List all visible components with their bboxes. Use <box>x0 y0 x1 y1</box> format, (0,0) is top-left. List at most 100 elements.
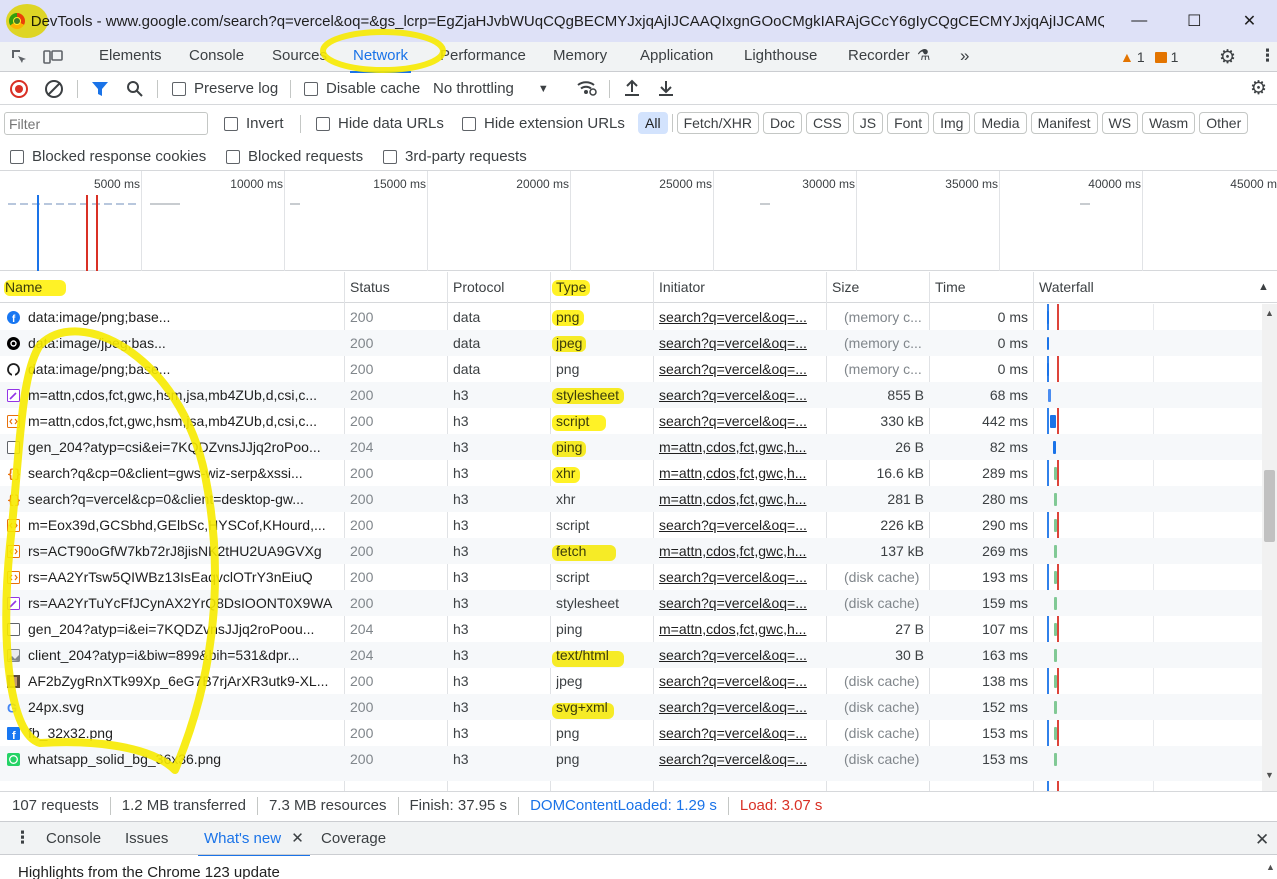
request-initiator-link[interactable]: search?q=vercel&oq=... <box>659 564 822 590</box>
request-initiator-link[interactable]: search?q=vercel&oq=... <box>659 330 822 356</box>
filter-chip-doc[interactable]: Doc <box>763 112 802 134</box>
tab-console[interactable]: Console <box>189 42 244 72</box>
invert-label: Invert <box>246 115 284 132</box>
request-initiator-link[interactable]: search?q=vercel&oq=... <box>659 746 822 772</box>
inspect-element-icon[interactable] <box>10 48 28 66</box>
blocked-cookies-toggle[interactable]: Blocked response cookies <box>10 148 206 165</box>
column-header-initiator[interactable]: Initiator <box>654 272 705 303</box>
timeline-tick-label: 40000 ms <box>1088 177 1141 191</box>
third-party-checkbox[interactable] <box>383 149 397 164</box>
filter-chip-other[interactable]: Other <box>1199 112 1249 134</box>
hide-data-urls-toggle[interactable]: Hide data URLs <box>316 115 444 132</box>
request-initiator-link[interactable]: m=attn,cdos,fct,gwc,h... <box>659 616 822 642</box>
request-initiator-link[interactable]: search?q=vercel&oq=... <box>659 642 822 668</box>
scroll-down-arrow-icon[interactable]: ▼ <box>1265 770 1274 780</box>
table-scrollbar[interactable]: ▲ ▼ <box>1262 304 1277 791</box>
sort-ascending-icon[interactable]: ▲ <box>1258 281 1269 293</box>
search-icon[interactable] <box>126 80 144 101</box>
filter-chip-js[interactable]: JS <box>852 112 884 134</box>
settings-gear-icon[interactable]: ⚙ <box>1219 46 1236 69</box>
close-window-button[interactable]: ✕ <box>1222 0 1277 42</box>
import-har-upload-icon[interactable] <box>623 79 641 100</box>
filter-chip-img[interactable]: Img <box>933 112 971 134</box>
record-stop-icon[interactable] <box>10 80 28 98</box>
third-party-toggle[interactable]: 3rd-party requests <box>383 148 527 165</box>
waterfall-bar <box>1054 623 1057 636</box>
export-har-download-icon[interactable] <box>657 79 675 100</box>
tab-performance[interactable]: Performance <box>440 42 526 72</box>
warnings-counter[interactable]: ▲ 1 1 <box>1120 48 1178 66</box>
blocked-cookies-checkbox[interactable] <box>10 149 24 164</box>
hide-extension-urls-checkbox[interactable] <box>462 116 476 131</box>
preserve-log-checkbox[interactable] <box>172 81 186 96</box>
filter-chip-manifest[interactable]: Manifest <box>1030 112 1098 134</box>
request-initiator-link[interactable]: search?q=vercel&oq=... <box>659 512 822 538</box>
request-initiator-link[interactable]: search?q=vercel&oq=... <box>659 356 822 382</box>
filter-chip-font[interactable]: Font <box>887 112 930 134</box>
tab-lighthouse[interactable]: Lighthouse <box>744 42 817 72</box>
request-initiator-link[interactable]: search?q=vercel&oq=... <box>659 590 822 616</box>
requests-table-header: Name Status Protocol Type Initiator Size… <box>0 272 1277 303</box>
request-initiator-link[interactable]: m=attn,cdos,fct,gwc,h... <box>659 434 822 460</box>
filter-chip-media[interactable]: Media <box>974 112 1027 134</box>
summary-transferred: 1.2 MB transferred <box>121 797 246 814</box>
filter-chip-wasm[interactable]: Wasm <box>1142 112 1196 134</box>
request-initiator-link[interactable]: search?q=vercel&oq=... <box>659 382 822 408</box>
drawer-tab-issues[interactable]: Issues <box>125 822 168 856</box>
column-header-protocol[interactable]: Protocol <box>448 272 504 303</box>
filter-input[interactable] <box>4 112 208 135</box>
request-initiator-link[interactable]: search?q=vercel&oq=... <box>659 408 822 434</box>
invert-toggle[interactable]: Invert <box>224 115 284 132</box>
network-conditions-wifi-icon[interactable] <box>576 79 598 102</box>
tab-elements[interactable]: Elements <box>99 42 162 72</box>
request-time: 0 ms <box>997 335 1028 351</box>
request-initiator-link[interactable]: search?q=vercel&oq=... <box>659 694 822 720</box>
disable-cache-checkbox[interactable] <box>304 81 318 96</box>
request-time: 107 ms <box>982 621 1028 637</box>
throttling-select[interactable]: No throttling ▼ <box>433 80 549 97</box>
minimize-button[interactable]: — <box>1112 0 1167 42</box>
tab-recorder[interactable]: Recorder ⚗ <box>848 42 930 72</box>
close-tab-icon[interactable]: ✕ <box>291 830 304 847</box>
more-options-icon[interactable]: ⋮ <box>1259 46 1276 66</box>
maximize-button[interactable]: ☐ <box>1167 0 1222 42</box>
drawer-tab-whats-new[interactable]: What's new ✕ <box>198 822 310 857</box>
drawer-tab-coverage[interactable]: Coverage <box>321 822 386 856</box>
request-time: 269 ms <box>982 543 1028 559</box>
filter-chip-fetch-xhr[interactable]: Fetch/XHR <box>676 112 760 134</box>
preserve-log-toggle[interactable]: Preserve log <box>172 80 278 97</box>
request-initiator-link[interactable]: search?q=vercel&oq=... <box>659 720 822 746</box>
hide-extension-urls-toggle[interactable]: Hide extension URLs <box>462 115 625 132</box>
request-initiator-link[interactable]: search?q=vercel&oq=... <box>659 304 822 330</box>
filter-chip-css[interactable]: CSS <box>805 112 849 134</box>
network-overview-timeline[interactable]: 5000 ms 10000 ms 15000 ms 20000 ms 25000… <box>0 171 1277 271</box>
invert-checkbox[interactable] <box>224 116 238 131</box>
hide-data-urls-checkbox[interactable] <box>316 116 330 131</box>
column-header-waterfall[interactable]: Waterfall <box>1034 272 1094 303</box>
filter-chip-ws[interactable]: WS <box>1101 112 1139 134</box>
column-header-status[interactable]: Status <box>345 272 390 303</box>
more-tabs-button[interactable]: » <box>960 42 969 72</box>
request-initiator-link[interactable]: m=attn,cdos,fct,gwc,h... <box>659 486 822 512</box>
blocked-requests-checkbox[interactable] <box>226 149 240 164</box>
tab-application[interactable]: Application <box>640 42 713 72</box>
column-header-time[interactable]: Time <box>930 272 966 303</box>
scroll-up-arrow-icon[interactable]: ▲ <box>1265 308 1274 318</box>
device-toolbar-icon[interactable] <box>43 48 63 66</box>
filter-funnel-icon[interactable] <box>91 80 109 101</box>
network-settings-gear-icon[interactable]: ⚙ <box>1250 77 1267 100</box>
drawer-menu-icon[interactable]: ⋮ <box>14 828 31 848</box>
drawer-scroll-up-arrow-icon[interactable]: ▲ <box>1266 862 1275 872</box>
drawer-tab-console[interactable]: Console <box>46 822 101 856</box>
disable-cache-toggle[interactable]: Disable cache <box>304 80 420 97</box>
request-initiator-link[interactable]: m=attn,cdos,fct,gwc,h... <box>659 538 822 564</box>
filter-chip-all[interactable]: All <box>638 112 668 134</box>
scrollbar-thumb[interactable] <box>1264 470 1275 542</box>
column-header-size[interactable]: Size <box>827 272 859 303</box>
blocked-requests-toggle[interactable]: Blocked requests <box>226 148 363 165</box>
tab-memory[interactable]: Memory <box>553 42 607 72</box>
clear-icon[interactable] <box>45 80 63 98</box>
request-initiator-link[interactable]: search?q=vercel&oq=... <box>659 668 822 694</box>
request-initiator-link[interactable]: m=attn,cdos,fct,gwc,h... <box>659 460 822 486</box>
close-drawer-icon[interactable]: ✕ <box>1255 830 1269 850</box>
